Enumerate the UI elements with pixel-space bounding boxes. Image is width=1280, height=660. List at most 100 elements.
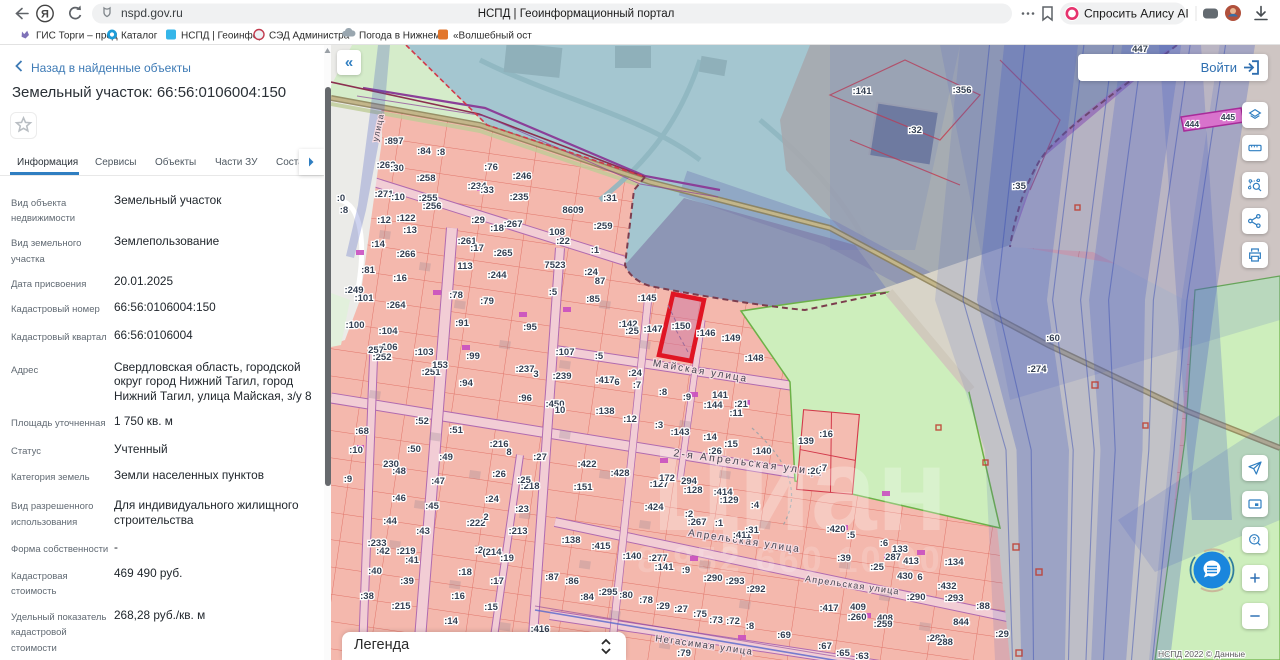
svg-text::84: :84 xyxy=(417,146,431,157)
svg-text::260: :260 xyxy=(847,612,866,623)
svg-text::99: :99 xyxy=(466,351,480,362)
svg-text::23: :23 xyxy=(515,504,529,515)
svg-text::5: :5 xyxy=(549,287,558,298)
svg-text::41: :41 xyxy=(405,555,419,566)
svg-text::266: :266 xyxy=(396,249,415,260)
svg-text:СЭД Администра: СЭД Администра xyxy=(269,31,350,42)
svg-text::140: :140 xyxy=(752,446,771,457)
svg-text::290: :290 xyxy=(703,573,722,584)
svg-text::44: :44 xyxy=(383,516,397,527)
svg-text::29: :29 xyxy=(471,215,485,226)
svg-text::33: :33 xyxy=(480,185,494,196)
svg-text::246: :246 xyxy=(512,171,531,182)
svg-text::417: :417 xyxy=(595,375,614,386)
svg-text::8: :8 xyxy=(659,387,667,398)
svg-text::12: :12 xyxy=(623,414,637,425)
svg-text::39: :39 xyxy=(400,576,414,587)
svg-text::145: :145 xyxy=(637,293,657,304)
svg-text::290: :290 xyxy=(906,592,925,603)
svg-text::9: :9 xyxy=(682,565,690,576)
svg-text::78: :78 xyxy=(639,595,653,606)
svg-text::215: :215 xyxy=(391,601,411,612)
svg-text:87: 87 xyxy=(595,276,606,287)
svg-text::31: :31 xyxy=(603,193,617,204)
svg-text::81: :81 xyxy=(361,265,375,276)
svg-text::128: :128 xyxy=(683,485,702,496)
svg-text::9: :9 xyxy=(683,392,691,403)
svg-text::25: :25 xyxy=(870,562,884,573)
svg-text::295: :295 xyxy=(598,587,618,598)
svg-text::29: :29 xyxy=(656,601,670,612)
svg-text::17: :17 xyxy=(490,576,504,587)
svg-text:Спросить Алису AI: Спросить Алису AI xyxy=(1084,7,1189,21)
svg-text::69: :69 xyxy=(777,630,791,641)
svg-text::265: :265 xyxy=(493,248,513,259)
svg-text::16: :16 xyxy=(819,429,833,440)
svg-text:ГИС Торги – прод: ГИС Торги – прод xyxy=(36,31,118,42)
svg-text:444: 444 xyxy=(1185,119,1199,129)
svg-text:287: 287 xyxy=(885,552,901,563)
svg-text:Погода в Нижнем: Погода в Нижнем xyxy=(359,31,440,42)
svg-text::11: :11 xyxy=(729,408,743,419)
svg-text::149: :149 xyxy=(721,333,740,344)
svg-text::417: :417 xyxy=(819,603,838,614)
svg-text::87: :87 xyxy=(545,572,559,583)
svg-text::144: :144 xyxy=(703,400,723,411)
svg-text:230: 230 xyxy=(383,459,399,470)
svg-text::150: :150 xyxy=(671,321,690,332)
svg-text::7: :7 xyxy=(819,463,827,474)
svg-text::47: :47 xyxy=(431,476,445,487)
svg-text:НСПД | Геоинфор: НСПД | Геоинфор xyxy=(181,30,264,42)
svg-text::60: :60 xyxy=(1046,333,1060,344)
svg-text::147: :147 xyxy=(643,324,662,335)
svg-text::244: :244 xyxy=(487,270,507,281)
svg-text::14: :14 xyxy=(371,239,385,250)
svg-text::239: :239 xyxy=(552,371,571,382)
svg-text:2: 2 xyxy=(483,512,488,523)
svg-text:Я: Я xyxy=(41,9,49,21)
svg-text::5: :5 xyxy=(595,351,604,362)
svg-text:139: 139 xyxy=(798,436,814,447)
svg-text::148: :148 xyxy=(744,353,763,364)
svg-text:10: 10 xyxy=(555,405,566,416)
svg-text:288: 288 xyxy=(937,637,953,648)
svg-text::356: :356 xyxy=(952,85,971,96)
svg-text::30: :30 xyxy=(390,163,404,174)
svg-text::18: :18 xyxy=(490,223,504,234)
svg-text::18: :18 xyxy=(458,567,472,578)
svg-text::78: :78 xyxy=(449,290,463,301)
svg-text::65: :65 xyxy=(836,648,850,659)
svg-text::73: :73 xyxy=(709,615,723,626)
svg-text::8: :8 xyxy=(340,205,348,216)
svg-text::14: :14 xyxy=(444,616,458,627)
svg-text::138: :138 xyxy=(595,406,614,417)
svg-text::52: :52 xyxy=(415,416,429,427)
svg-text:НСПД | Геоинформационный порта: НСПД | Геоинформационный портал xyxy=(478,8,675,20)
svg-text:413: 413 xyxy=(903,556,919,567)
svg-text::27: :27 xyxy=(674,604,688,615)
svg-text::16: :16 xyxy=(393,273,407,284)
svg-text::39: :39 xyxy=(837,553,851,564)
svg-text::264: :264 xyxy=(386,300,406,311)
svg-text::27: :27 xyxy=(533,452,547,463)
svg-text:257: 257 xyxy=(368,345,384,356)
svg-text::0: :0 xyxy=(337,193,345,204)
svg-text:172: 172 xyxy=(659,473,675,484)
svg-text::138: :138 xyxy=(561,535,580,546)
svg-text::72: :72 xyxy=(726,616,740,627)
svg-text:6: 6 xyxy=(614,377,619,388)
svg-text:3: 3 xyxy=(533,369,538,380)
svg-text::432: :432 xyxy=(937,581,956,592)
svg-text::141: :141 xyxy=(852,86,872,97)
svg-text::293: :293 xyxy=(725,576,744,587)
svg-text::1: :1 xyxy=(715,518,724,529)
svg-text:445: 445 xyxy=(1221,112,1235,122)
svg-text::897: :897 xyxy=(384,136,403,147)
svg-text::258: :258 xyxy=(416,173,435,184)
svg-text::134: :134 xyxy=(944,557,964,568)
svg-text::80: :80 xyxy=(619,590,633,601)
svg-text::293: :293 xyxy=(944,593,963,604)
svg-text::79: :79 xyxy=(480,296,494,307)
svg-text::104: :104 xyxy=(378,326,398,337)
svg-text::143: :143 xyxy=(670,427,689,438)
